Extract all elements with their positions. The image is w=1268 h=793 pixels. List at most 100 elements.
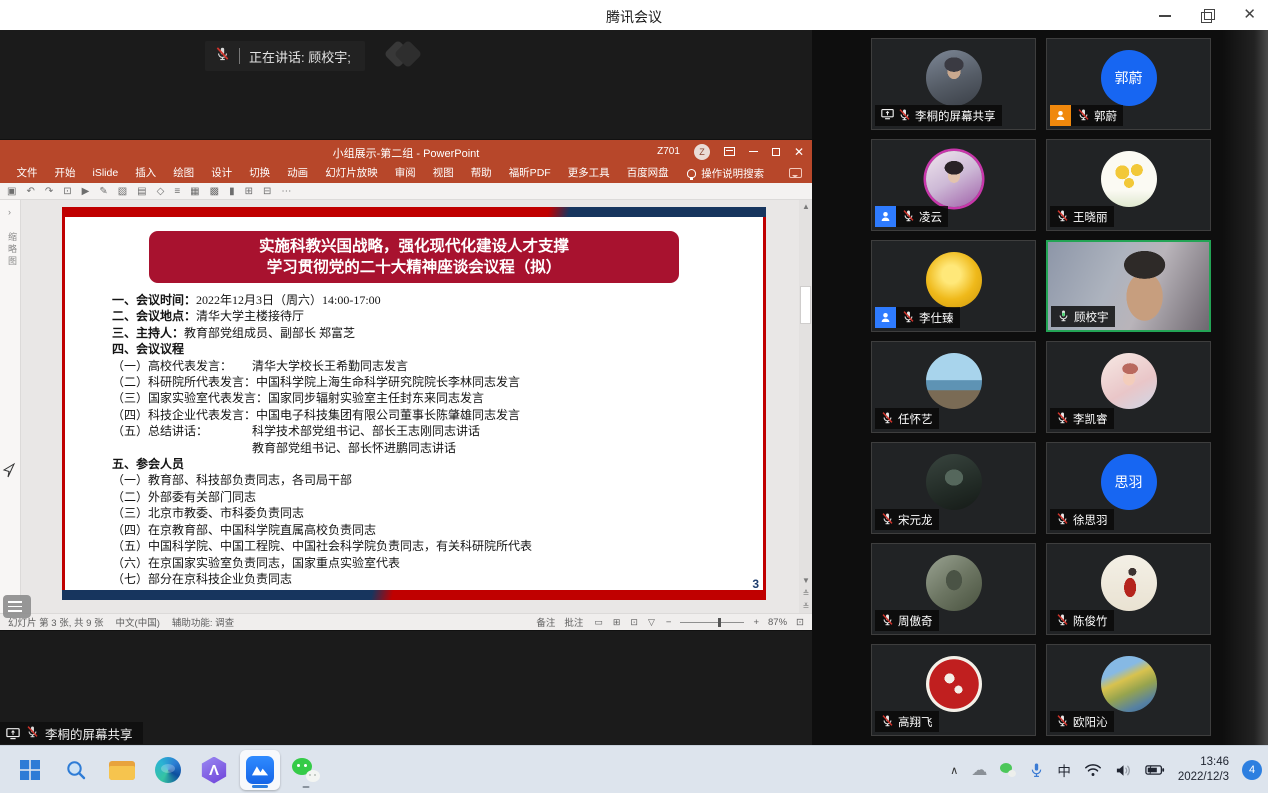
ppt-menu-tab[interactable]: 百度网盘 (618, 163, 677, 183)
quick-tool-button[interactable]: ▣ (7, 186, 16, 197)
participant-tile[interactable]: 任怀艺 (871, 341, 1036, 433)
cloud-sync-icon[interactable]: ☁ (971, 760, 987, 780)
participant-tile[interactable]: 宋元龙 (871, 442, 1036, 534)
restore-button[interactable] (1201, 9, 1213, 21)
ppt-menu-tab[interactable]: 更多工具 (559, 163, 618, 183)
edge-browser-button[interactable] (148, 750, 188, 790)
quick-tool-button[interactable]: ▮ (229, 186, 235, 197)
participant-tile[interactable]: 欧阳沁 (1046, 644, 1211, 736)
wifi-icon[interactable] (1084, 763, 1102, 777)
quick-tool-button[interactable]: ▩ (210, 186, 219, 197)
ppt-user-avatar[interactable]: Z (694, 144, 710, 160)
zoom-slider[interactable] (680, 622, 744, 623)
view-mode-button[interactable]: ▽ (646, 617, 657, 628)
quick-tool-button[interactable]: ↶ (26, 186, 34, 197)
participant-tile[interactable]: 思羽 徐思羽 (1046, 442, 1211, 534)
quick-tool-button[interactable]: ▦ (190, 186, 199, 197)
quick-tool-button[interactable]: ▧ (118, 186, 127, 197)
speaker-icon[interactable] (1115, 763, 1132, 778)
notes-button[interactable]: 备注 (536, 615, 555, 629)
quick-tool-button[interactable]: ⊞ (245, 186, 253, 197)
ppt-close-button[interactable]: ✕ (794, 147, 804, 157)
participant-tile[interactable]: 王晓丽 (1046, 139, 1211, 231)
expand-chevron-icon[interactable]: › (8, 207, 11, 217)
zoom-slider-thumb[interactable] (718, 618, 721, 627)
quick-tool-button[interactable]: ⋯ (281, 186, 291, 197)
search-button[interactable] (56, 750, 96, 790)
ppt-menu-tab[interactable]: 绘图 (165, 163, 203, 183)
view-mode-button[interactable]: ⊞ (611, 617, 623, 628)
tencent-meeting-button[interactable] (240, 750, 280, 790)
quick-tool-button[interactable]: ✎ (99, 186, 107, 197)
notification-count-badge[interactable]: 4 (1242, 760, 1262, 780)
ppt-menu-tab[interactable]: 插入 (127, 163, 165, 183)
ppt-menu-tab[interactable]: 帮助 (462, 163, 500, 183)
ppt-minimize-button[interactable] (749, 151, 758, 152)
start-button[interactable] (10, 750, 50, 790)
tray-expand-icon[interactable]: ∧ (950, 764, 958, 777)
quick-tool-button[interactable]: ▤ (137, 186, 146, 197)
quick-tool-button[interactable]: ◇ (157, 186, 165, 197)
wechat-tray-icon[interactable] (1000, 763, 1016, 777)
ppt-menu-tab[interactable]: 福昕PDF (500, 163, 559, 183)
participant-tile[interactable]: 高翔飞 (871, 644, 1036, 736)
ppt-menu-tab[interactable]: 开始 (46, 163, 84, 183)
zoom-percentage[interactable]: 87% (768, 617, 787, 628)
zoom-in-button[interactable]: + (753, 617, 759, 628)
slide-canvas: 实施科教兴国战略，强化现代化建设人才支撑 学习贯彻党的二十大精神座谈会议程（拟）… (62, 207, 766, 600)
language-indicator[interactable]: 中文(中国) (116, 615, 160, 629)
comments-icon[interactable] (789, 168, 802, 178)
ppt-menu-tab[interactable]: 设计 (203, 163, 241, 183)
thumbnail-panel-collapsed[interactable]: › 缩略图 (0, 200, 21, 613)
view-mode-button[interactable]: ▭ (592, 617, 605, 628)
participant-tile[interactable]: 郭蔚 郭蔚 (1046, 38, 1211, 130)
quick-tool-button[interactable]: ▶ (82, 186, 90, 197)
file-explorer-button[interactable] (102, 750, 142, 790)
participant-avatar (926, 252, 982, 308)
quick-tool-button[interactable]: ⊡ (63, 186, 71, 197)
slide-scrollbar[interactable]: ▲ ▼ ≙ ≚ (799, 200, 812, 613)
accessibility-status[interactable]: 辅助功能: 调查 (172, 615, 234, 629)
previous-slide-button[interactable]: ≙ (803, 589, 810, 598)
scrollbar-thumb[interactable] (800, 286, 811, 324)
microphone-tray-icon[interactable] (1029, 762, 1044, 778)
ribbon-display-options-icon[interactable] (724, 147, 735, 156)
ppt-menu-tab[interactable]: iSlide (84, 163, 127, 183)
next-slide-button[interactable]: ≚ (803, 602, 810, 611)
scroll-down-icon[interactable]: ▼ (802, 576, 810, 585)
close-button[interactable]: ✕ (1243, 9, 1256, 21)
quick-tool-button[interactable]: ⊟ (263, 186, 271, 197)
purple-app-button[interactable]: Λ (194, 750, 234, 790)
ppt-menu-tab[interactable]: 文件 (8, 163, 46, 183)
participant-tile[interactable]: 凌云 (871, 139, 1036, 231)
participant-avatar (1101, 353, 1157, 409)
zoom-out-button[interactable]: − (666, 617, 672, 628)
quick-tool-button[interactable]: ≡ (174, 186, 180, 197)
participant-tile[interactable]: 陈俊竹 (1046, 543, 1211, 635)
battery-icon[interactable] (1145, 764, 1165, 776)
tell-me-search[interactable]: 操作说明搜索 (687, 166, 764, 181)
participant-avatar (926, 656, 982, 712)
floating-list-button[interactable] (3, 595, 31, 618)
input-method-indicator[interactable]: 中 (1057, 760, 1071, 780)
ppt-menu-tab[interactable]: 动画 (279, 163, 317, 183)
participant-tile[interactable]: 周傲奇 (871, 543, 1036, 635)
wechat-button[interactable] (286, 750, 326, 790)
participant-tile[interactable]: 李凯睿 (1046, 341, 1211, 433)
fit-slide-button[interactable]: ⊡ (796, 617, 804, 628)
ppt-menu-tab[interactable]: 审阅 (386, 163, 424, 183)
ppt-restore-button[interactable] (772, 148, 780, 156)
slide-attendee-line: （四）在京教育部、中国科学院直属高校负责同志 (112, 522, 747, 538)
view-mode-button[interactable]: ⊡ (628, 617, 640, 628)
scroll-up-icon[interactable]: ▲ (802, 202, 810, 211)
minimize-button[interactable] (1159, 9, 1171, 21)
clock[interactable]: 13:46 2022/12/3 (1178, 755, 1229, 785)
ppt-menu-tab[interactable]: 切换 (241, 163, 279, 183)
ppt-menu-tab[interactable]: 幻灯片放映 (317, 163, 387, 183)
comments-button[interactable]: 批注 (564, 615, 583, 629)
ppt-menu-tab[interactable]: 视图 (424, 163, 462, 183)
participant-tile[interactable]: 顾校宇 (1046, 240, 1211, 332)
participant-tile[interactable]: 李仕臻 (871, 240, 1036, 332)
participant-tile[interactable]: 李桐的屏幕共享 (871, 38, 1036, 130)
quick-tool-button[interactable]: ↷ (45, 186, 53, 197)
